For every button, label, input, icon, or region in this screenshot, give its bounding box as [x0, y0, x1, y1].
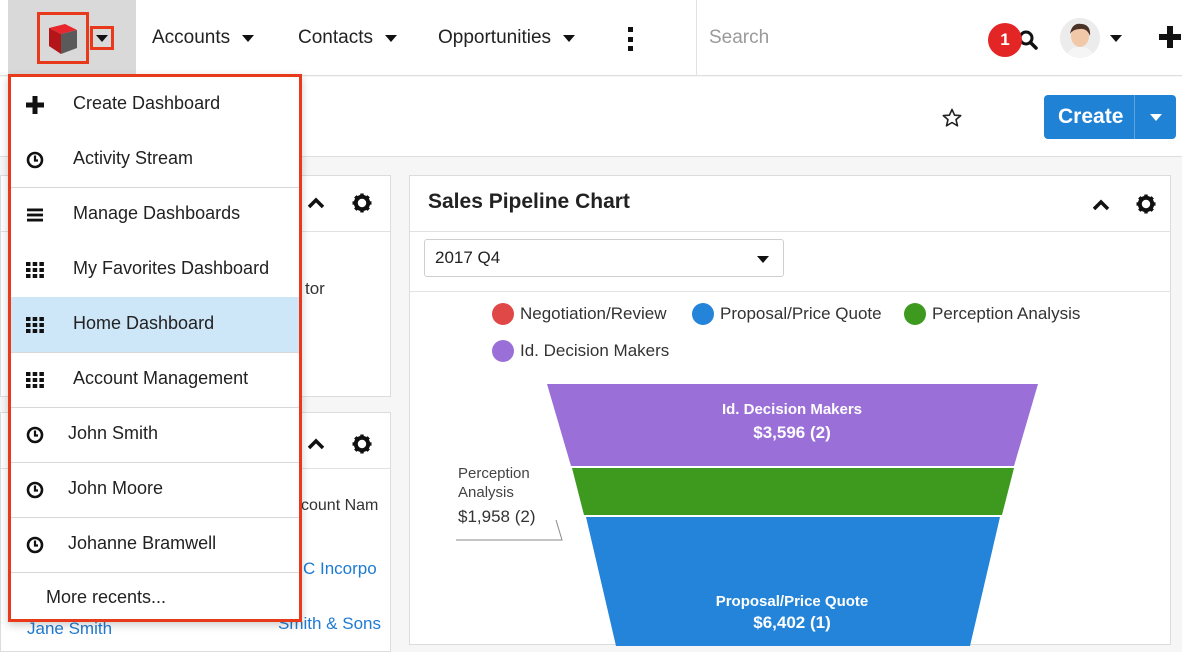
menu-item-label: My Favorites Dashboard [73, 258, 270, 278]
sugar-cube-icon [49, 24, 77, 54]
sales-pipeline-dashlet: Sales Pipeline Chart 2017 Q4 Negotiation… [409, 175, 1171, 646]
legend-item-decision-makers[interactable]: Id. Decision Makers [492, 340, 669, 362]
legend-dot [492, 303, 514, 325]
avatar [1060, 18, 1100, 58]
more-recents-link[interactable]: More recents... [11, 573, 299, 619]
chevron-down-icon [1110, 35, 1122, 42]
menu-item-label: Account Management [73, 368, 249, 388]
legend-item-perception[interactable]: Perception Analysis [904, 303, 1080, 325]
annotation-line-1: Perception [458, 465, 530, 482]
funnel-segment-perception[interactable] [572, 468, 1014, 515]
gear-icon[interactable] [352, 193, 372, 213]
clock-icon [26, 151, 44, 169]
dashlet-header: Sales Pipeline Chart [410, 176, 1170, 232]
legend-item-proposal[interactable]: Proposal/Price Quote [692, 303, 882, 325]
clock-icon [26, 481, 44, 499]
menu-item-manage-dashboards[interactable]: Manage Dashboards [11, 187, 299, 242]
create-button[interactable]: Create [1044, 95, 1176, 139]
annotation-line-3: $1,958 (2) [458, 507, 536, 526]
nav-opportunities-label: Opportunities [438, 27, 552, 48]
quick-create-plus-icon[interactable] [1158, 25, 1182, 49]
nav-contacts-label: Contacts [298, 27, 373, 48]
nav-accounts-label: Accounts [152, 27, 231, 48]
period-select[interactable]: 2017 Q4 [424, 239, 784, 277]
menu-item-label: Home Dashboard [73, 313, 215, 333]
nav-contacts[interactable]: Contacts [298, 0, 397, 76]
menu-item-label: John Moore [68, 478, 164, 498]
menu-item-label: Create Dashboard [73, 93, 221, 113]
menu-item-label: Johanne Bramwell [68, 533, 217, 553]
legend-dot [492, 340, 514, 362]
legend-dot [692, 303, 714, 325]
funnel-label-decision-makers: Id. Decision Makers [722, 401, 862, 418]
collapse-chevron-icon[interactable] [307, 196, 325, 210]
menu-item-account-management[interactable]: Account Management [11, 352, 299, 407]
nav-opportunities[interactable]: Opportunities [438, 0, 576, 76]
account-link[interactable]: C Incorpo [303, 559, 377, 579]
period-select-value: 2017 Q4 [435, 248, 501, 267]
sugar-cube-logo-button[interactable] [37, 12, 89, 64]
dashboard-menu-dropdown: Create Dashboard Activity Stream Manage Da… [8, 74, 302, 622]
grid-icon [26, 316, 44, 334]
chevron-down-icon [563, 34, 576, 42]
legend-label: Proposal/Price Quote [720, 304, 882, 323]
divider [410, 291, 1170, 292]
clock-icon [26, 426, 44, 444]
chevron-down-icon [242, 34, 255, 42]
search-input[interactable] [707, 26, 907, 50]
create-button-divider [1134, 95, 1135, 139]
create-button-label: Create [1058, 105, 1124, 128]
notifications-badge[interactable]: 1 [988, 23, 1022, 57]
grid-icon [26, 371, 44, 389]
menu-item-label: Manage Dashboards [73, 203, 241, 223]
legend-label: Negotiation/Review [520, 304, 667, 323]
legend-dot [904, 303, 926, 325]
funnel-label-proposal: Proposal/Price Quote [716, 593, 869, 610]
clock-icon [26, 536, 44, 554]
user-menu[interactable] [1060, 18, 1126, 60]
menu-item-johanne-bramwell[interactable]: Johanne Bramwell [11, 517, 299, 572]
annotation-line-2: Analysis [458, 484, 514, 501]
menu-item-my-favorites-dashboard[interactable]: My Favorites Dashboard [11, 242, 299, 297]
menu-item-john-moore[interactable]: John Moore [11, 462, 299, 517]
funnel-value-proposal: $6,402 (1) [753, 613, 831, 632]
menu-item-john-smith[interactable]: John Smith [11, 407, 299, 462]
contact-link[interactable]: Jane Smith [27, 619, 112, 639]
chevron-down-icon [96, 34, 108, 42]
global-search [696, 0, 976, 76]
funnel-chart: Id. Decision Makers $3,596 (2) Proposal/… [456, 384, 1038, 646]
menu-item-activity-stream[interactable]: Activity Stream [11, 132, 299, 187]
more-recents-label: More recents... [46, 587, 167, 607]
gear-icon[interactable] [352, 434, 372, 454]
list-icon [26, 206, 44, 224]
chart-title: Sales Pipeline Chart [428, 190, 630, 213]
legend-label: Perception Analysis [932, 304, 1081, 323]
chevron-down-icon[interactable] [1150, 114, 1162, 121]
logo-dropdown-caret[interactable] [90, 26, 114, 50]
chevron-down-icon [757, 256, 769, 263]
column-header: count Nam [301, 497, 379, 514]
dashlet-partial-text: tor [305, 279, 325, 298]
menu-item-home-dashboard[interactable]: Home Dashboard [11, 297, 299, 352]
collapse-chevron-icon[interactable] [1092, 198, 1110, 212]
favorite-star-icon[interactable] [942, 108, 962, 128]
menu-item-label: Activity Stream [73, 148, 194, 168]
grid-icon [26, 261, 44, 279]
legend-item-negotiation[interactable]: Negotiation/Review [492, 303, 666, 325]
more-modules-icon[interactable] [626, 27, 634, 51]
menu-item-label: John Smith [68, 423, 159, 443]
chevron-down-icon [384, 34, 397, 42]
top-navbar: Accounts Contacts Opportunities 1 [0, 0, 1182, 76]
collapse-chevron-icon[interactable] [307, 437, 325, 451]
nav-accounts[interactable]: Accounts [152, 0, 255, 76]
menu-item-create-dashboard[interactable]: Create Dashboard [11, 77, 299, 132]
gear-icon[interactable] [1136, 194, 1156, 214]
funnel-value-decision-makers: $3,596 (2) [753, 423, 831, 442]
plus-icon [26, 96, 44, 114]
logo-menu-area [8, 0, 136, 76]
legend-label: Id. Decision Makers [520, 341, 670, 360]
